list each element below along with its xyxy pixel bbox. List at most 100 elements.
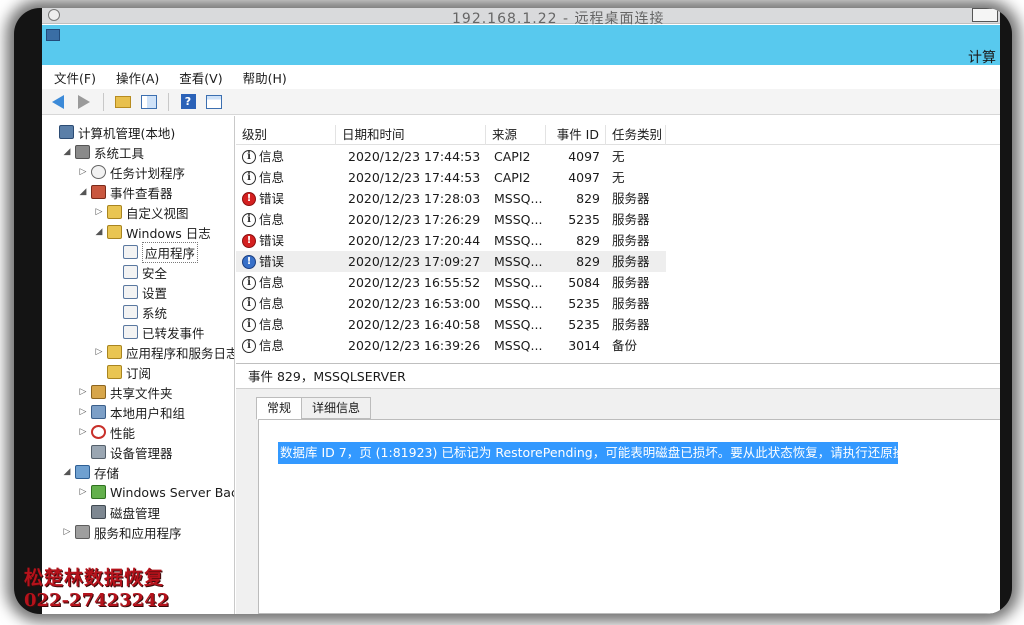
forward-button[interactable] [73, 92, 95, 112]
expand-arrow-icon[interactable]: ▷ [78, 487, 88, 497]
cell-level: i 信息 [236, 314, 336, 335]
collapse-arrow-icon[interactable]: ◢ [62, 147, 72, 157]
tree-item[interactable]: 设置 [110, 282, 167, 302]
toolbar: ? [42, 89, 1000, 115]
tree-item-label: 已转发事件 [142, 325, 205, 341]
cell-source: CAPI2 [494, 170, 531, 185]
table-row[interactable]: i 信息 2020/12/23 16:40:58 MSSQ... 5235 服务器 [236, 314, 666, 335]
tree-item[interactable]: ▷ Windows Server Back [78, 482, 234, 502]
tree-item[interactable]: ◢ Windows 日志 [94, 222, 211, 242]
table-row[interactable]: i 信息 2020/12/23 17:44:53 CAPI2 4097 无 [236, 146, 666, 167]
tree-item[interactable]: ▷ 应用程序和服务日志 [94, 342, 234, 362]
tab-details[interactable]: 详细信息 [301, 397, 372, 419]
cell-source: MSSQ... [494, 338, 543, 353]
folder-icon [107, 225, 122, 239]
tab-general[interactable]: 常规 [256, 397, 303, 420]
cell-level: i 信息 [236, 167, 336, 188]
table-row[interactable]: ! 错误 2020/12/23 17:09:27 MSSQ... 829 服务器 [236, 251, 666, 272]
tree-item-label: 共享文件夹 [110, 385, 173, 401]
pin-icon[interactable] [48, 9, 60, 21]
cell-event-id: 829 [576, 191, 600, 206]
show-hide-tree-button[interactable] [138, 92, 160, 112]
tree-item[interactable]: ◢ 系统工具 [62, 142, 144, 162]
column-level[interactable]: 级别 [236, 125, 336, 145]
tree-item[interactable]: ▷ 性能 [78, 422, 135, 442]
tree-item[interactable]: ◢ 事件查看器 [78, 182, 173, 202]
event-list-header: 级别 日期和时间 来源 事件 ID 任务类别 [236, 125, 1000, 145]
cell-datetime: 2020/12/23 16:55:52 [348, 275, 481, 290]
tree-item-label: 安全 [142, 265, 168, 281]
expand-arrow-icon[interactable]: ▷ [94, 347, 104, 357]
collapse-arrow-icon[interactable]: ◢ [78, 187, 88, 197]
help-button[interactable]: ? [177, 92, 199, 112]
tree-item[interactable]: ▷ 自定义视图 [94, 202, 189, 222]
tools-icon [75, 145, 90, 159]
column-datetime[interactable]: 日期和时间 [336, 125, 486, 145]
log-icon [123, 285, 138, 299]
table-row[interactable]: i 信息 2020/12/23 16:53:00 MSSQ... 5235 服务器 [236, 293, 666, 314]
collapse-arrow-icon[interactable]: ◢ [94, 227, 104, 237]
level-text: 错误 [259, 191, 285, 206]
expand-arrow-icon[interactable]: ▷ [62, 527, 72, 537]
tree-item[interactable]: 系统 [110, 302, 167, 322]
expand-arrow-icon[interactable]: ▷ [78, 407, 88, 417]
info-icon: i [242, 296, 256, 311]
window-title-bar: 计算 [42, 25, 1000, 66]
menu-bar: 文件(F) 操作(A) 查看(V) 帮助(H) [42, 66, 1000, 88]
folder-up-icon [115, 95, 131, 108]
table-row[interactable]: i 信息 2020/12/23 16:39:26 MSSQ... 3014 备份 [236, 335, 666, 356]
expand-arrow-icon[interactable]: ▷ [78, 167, 88, 177]
tree-item[interactable]: 安全 [110, 262, 167, 282]
cell-source: MSSQ... [494, 254, 543, 269]
expand-arrow-icon[interactable]: ▷ [94, 207, 104, 217]
tree-item[interactable]: 订阅 [94, 362, 151, 382]
cell-level: ! 错误 [236, 230, 336, 251]
cell-task-category: 服务器 [612, 317, 650, 332]
event-description[interactable]: 数据库 ID 7，页 (1:81923) 已标记为 RestorePending… [278, 442, 930, 464]
column-source[interactable]: 来源 [486, 125, 546, 145]
collapse-arrow-icon[interactable]: ◢ [62, 467, 72, 477]
up-folder-button[interactable] [112, 92, 134, 112]
info-icon: i [242, 338, 256, 353]
column-task-category[interactable]: 任务类别 [606, 125, 666, 145]
tree-item[interactable]: 计算机管理(本地) [46, 122, 175, 142]
cell-event-id: 829 [576, 233, 600, 248]
tree-item-label: 自定义视图 [126, 205, 189, 221]
table-row[interactable]: i 信息 2020/12/23 17:44:53 CAPI2 4097 无 [236, 167, 666, 188]
menu-help[interactable]: 帮助(H) [241, 68, 289, 87]
cell-datetime: 2020/12/23 17:20:44 [348, 233, 481, 248]
restore-window-button[interactable] [972, 8, 998, 22]
menu-view[interactable]: 查看(V) [177, 68, 224, 87]
log-icon [123, 245, 138, 259]
tree-item[interactable]: ◢ 存储 [62, 462, 119, 482]
info-icon: i [242, 212, 256, 227]
table-row[interactable]: ! 错误 2020/12/23 17:28:03 MSSQ... 829 服务器 [236, 188, 666, 209]
tree-item[interactable]: 设备管理器 [78, 442, 173, 462]
tree-item[interactable]: 磁盘管理 [78, 502, 160, 522]
tree-item[interactable]: 应用程序 [110, 241, 199, 263]
cell-event-id: 829 [576, 254, 600, 269]
menu-action[interactable]: 操作(A) [114, 68, 161, 87]
cell-datetime: 2020/12/23 17:26:29 [348, 212, 481, 227]
tree-item[interactable]: ▷ 服务和应用程序 [62, 522, 182, 542]
tree-item[interactable]: ▷ 本地用户和组 [78, 402, 185, 422]
table-row[interactable]: i 信息 2020/12/23 16:55:52 MSSQ... 5084 服务器 [236, 272, 666, 293]
table-row[interactable]: i 信息 2020/12/23 17:26:29 MSSQ... 5235 服务器 [236, 209, 666, 230]
show-action-pane-button[interactable] [203, 92, 225, 112]
event-viewer-icon [91, 185, 106, 199]
back-button[interactable] [47, 92, 69, 112]
table-row[interactable]: ! 错误 2020/12/23 17:20:44 MSSQ... 829 服务器 [236, 230, 666, 251]
tree-item-label: 订阅 [126, 365, 152, 381]
clock-icon [91, 165, 106, 179]
tree-item[interactable]: 已转发事件 [110, 322, 205, 342]
remote-desktop-screen: 192.168.1.22 - 远程桌面连接 计算 文件(F) 操作(A) 查看(… [42, 8, 1000, 614]
column-event-id[interactable]: 事件 ID [546, 125, 606, 145]
tree-item-label: 磁盘管理 [110, 505, 161, 521]
cell-datetime: 2020/12/23 16:40:58 [348, 317, 481, 332]
expand-arrow-icon[interactable]: ▷ [78, 427, 88, 437]
tree-item[interactable]: ▷ 任务计划程序 [78, 162, 185, 182]
cell-source: MSSQ... [494, 275, 543, 290]
expand-arrow-icon[interactable]: ▷ [78, 387, 88, 397]
tree-item[interactable]: ▷ 共享文件夹 [78, 382, 173, 402]
menu-file[interactable]: 文件(F) [52, 68, 98, 87]
